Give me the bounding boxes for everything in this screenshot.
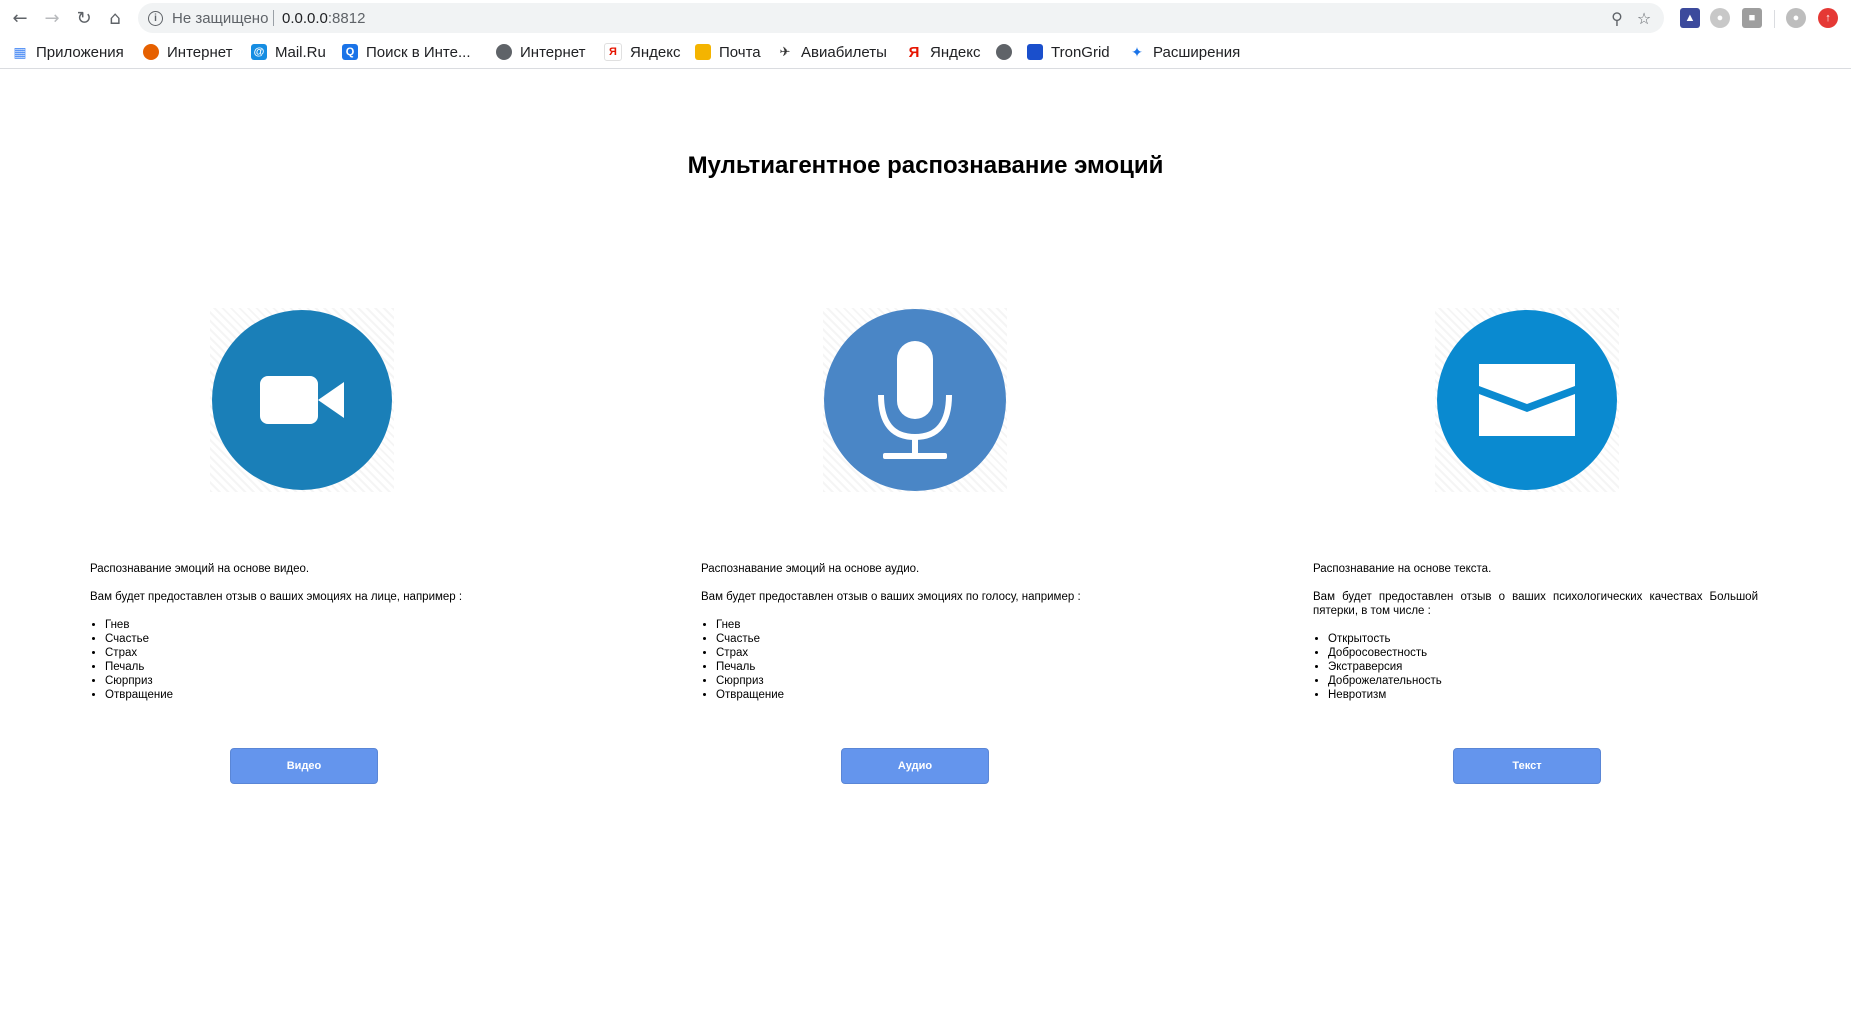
mail-icon [695, 44, 711, 60]
security-label[interactable]: Не защищено [172, 10, 268, 27]
globe-icon [996, 44, 1012, 60]
text-heading: Распознавание на основе текста. [1313, 563, 1492, 575]
audio-description: Распознавание эмоций на основе аудио. Ва… [701, 562, 1146, 702]
omnibox-divider [273, 10, 274, 26]
bookmark-label: Яндекс [930, 43, 981, 61]
bookmark-apps[interactable]: ▦ Приложения [12, 41, 124, 63]
audio-emotion-list: Гнев Счастье Страх Печаль Сюрприз Отвращ… [701, 618, 1146, 702]
video-camera-icon [260, 376, 344, 424]
apps-grid-icon: ▦ [13, 43, 27, 60]
audio-heading: Распознавание эмоций на основе аудио. [701, 563, 920, 575]
address-bar[interactable]: i Не защищено 0.0.0.0:8812 ⚲ ☆ [138, 3, 1664, 33]
list-item: Экстраверсия [1328, 660, 1758, 674]
audio-intro: Вам будет предоставлен отзыв о ваших эмо… [701, 591, 1081, 603]
text-intro: Вам будет предоставлен отзыв о ваших пси… [1313, 591, 1758, 617]
info-icon[interactable]: i [148, 11, 163, 26]
list-item: Гнев [716, 618, 1146, 632]
video-icon-tile [210, 308, 394, 492]
video-emotion-list: Гнев Счастье Страх Печаль Сюрприз Отвращ… [90, 618, 535, 702]
list-item: Открытость [1328, 632, 1758, 646]
forward-arrow-icon[interactable]: → [40, 6, 64, 30]
star-icon[interactable]: ☆ [1634, 8, 1654, 28]
extension-3-icon[interactable]: ■ [1742, 8, 1762, 28]
bookmark-search[interactable]: Q Поиск в Инте... [342, 41, 470, 63]
audio-icon-tile [823, 308, 1007, 492]
bookmark-avia[interactable]: ✈ Авиабилеты [777, 41, 887, 63]
bookmark-globe[interactable] [996, 41, 1020, 63]
browser-toolbar: ← → ↻ ⌂ i Не защищено 0.0.0.0:8812 ⚲ ☆ ▲… [0, 0, 1851, 36]
back-arrow-icon[interactable]: ← [8, 6, 32, 30]
list-item: Добросовестность [1328, 646, 1758, 660]
bookmark-label: Яндекс [630, 43, 681, 61]
bookmark-label: Mail.Ru [275, 43, 326, 61]
bookmark-label: Интернет [520, 43, 586, 61]
extension-1-icon[interactable]: ▲ [1680, 8, 1700, 28]
bookmark-label: TronGrid [1051, 43, 1110, 61]
bookmark-mailru[interactable]: @ Mail.Ru [251, 41, 326, 63]
list-item: Невротизм [1328, 688, 1758, 702]
text-circle [1437, 310, 1617, 490]
url-text[interactable]: 0.0.0.0:8812 [282, 10, 365, 27]
puzzle-icon: ✦ [1131, 43, 1143, 60]
video-intro: Вам будет предоставлен отзыв о ваших эмо… [90, 591, 463, 603]
list-item: Печаль [716, 660, 1146, 674]
bookmark-label: Приложения [36, 43, 124, 61]
profile-icon[interactable]: ● [1786, 8, 1806, 28]
list-item: Сюрприз [105, 674, 535, 688]
text-trait-list: Открытость Добросовестность Экстраверсия… [1313, 632, 1758, 702]
globe-icon [496, 44, 512, 60]
video-description: Распознавание эмоций на основе видео. Ва… [90, 562, 535, 702]
bookmark-internet-2[interactable]: Интернет [496, 41, 585, 63]
extension-2-icon[interactable]: ● [1710, 8, 1730, 28]
list-item: Отвращение [105, 688, 535, 702]
list-item: Счастье [105, 632, 535, 646]
envelope-icon [1479, 364, 1575, 436]
bookmark-label: Авиабилеты [801, 43, 887, 61]
text-icon-tile [1435, 308, 1619, 492]
bookmark-label: Поиск в Инте... [366, 43, 471, 61]
text-description: Распознавание на основе текста. Вам буде… [1313, 562, 1758, 702]
zoom-icon[interactable]: ⚲ [1607, 8, 1627, 28]
bookmark-yandex-2[interactable]: Я Яндекс [906, 41, 981, 63]
bookmark-yandex[interactable]: Я Яндекс [604, 41, 680, 63]
bookmark-label: Почта [719, 43, 761, 61]
bookmarks-bar: ▦ Приложения Интернет @ Mail.Ru Q Поиск … [0, 36, 1851, 69]
list-item: Страх [716, 646, 1146, 660]
list-item: Страх [105, 646, 535, 660]
mailru-icon: @ [251, 44, 267, 60]
audio-button[interactable]: Аудио [841, 748, 989, 784]
bookmark-label: Интернет [167, 43, 233, 61]
url-host: 0.0.0.0 [282, 10, 328, 27]
yandex-letter-icon: Я [908, 43, 920, 61]
firefox-icon [143, 44, 159, 60]
text-button[interactable]: Текст [1453, 748, 1601, 784]
video-circle [212, 310, 392, 490]
list-item: Доброжелательность [1328, 674, 1758, 688]
trongrid-icon [1027, 44, 1043, 60]
list-item: Счастье [716, 632, 1146, 646]
toolbar-divider [1774, 10, 1775, 28]
list-item: Отвращение [716, 688, 1146, 702]
bookmark-label: Расширения [1153, 43, 1241, 61]
audio-circle [824, 309, 1006, 491]
home-icon[interactable]: ⌂ [103, 6, 127, 30]
search-icon: Q [342, 44, 358, 60]
bookmark-internet[interactable]: Интернет [143, 41, 232, 63]
list-item: Гнев [105, 618, 535, 632]
yandex-icon: Я [604, 43, 622, 61]
page-title: Мультиагентное распознавание эмоций [687, 152, 1164, 179]
bookmark-extensions[interactable]: ✦ Расширения [1129, 41, 1240, 63]
list-item: Сюрприз [716, 674, 1146, 688]
url-port: :8812 [327, 10, 366, 27]
plane-icon: ✈ [779, 44, 791, 59]
video-button[interactable]: Видео [230, 748, 378, 784]
video-heading: Распознавание эмоций на основе видео. [90, 563, 310, 575]
bookmark-trongrid[interactable]: TronGrid [1027, 41, 1110, 63]
reload-icon[interactable]: ↻ [72, 6, 96, 30]
bookmark-mail[interactable]: Почта [695, 41, 761, 63]
update-icon[interactable]: ↑ [1818, 8, 1838, 28]
list-item: Печаль [105, 660, 535, 674]
microphone-icon [878, 341, 952, 459]
